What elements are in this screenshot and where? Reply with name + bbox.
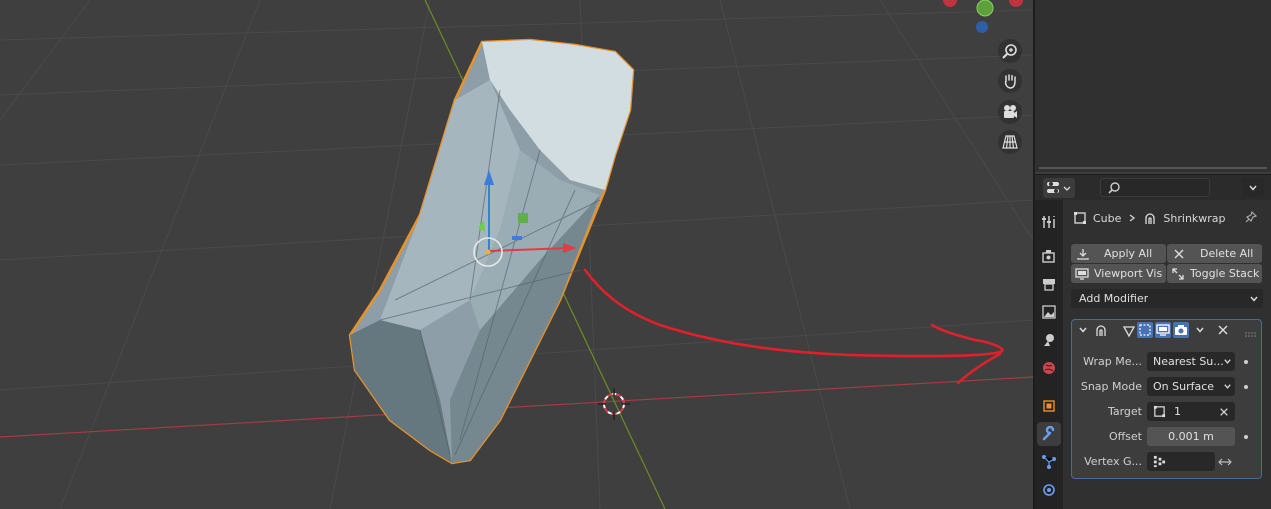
vertex-group-field[interactable] bbox=[1147, 452, 1215, 471]
axis-dot-x-icon[interactable] bbox=[943, 0, 957, 7]
breadcrumb: Cube Shrinkwrap bbox=[1073, 210, 1226, 226]
mesh-object-icon bbox=[1074, 212, 1086, 224]
modifier-options-chevron-icon[interactable] bbox=[1195, 325, 1205, 338]
realtime-display-icon[interactable] bbox=[1155, 322, 1171, 338]
axis-dot-z-icon[interactable] bbox=[976, 21, 988, 33]
properties-tab-bar bbox=[1035, 200, 1063, 509]
output-icon bbox=[1043, 279, 1055, 291]
delete-all-label: Delete All bbox=[1200, 247, 1254, 260]
camera-view-icon[interactable] bbox=[998, 100, 1022, 124]
tab-object[interactable] bbox=[1037, 394, 1061, 418]
viewport-vis-button[interactable]: Viewport Vis bbox=[1071, 264, 1166, 283]
toggle-stack-button[interactable]: Toggle Stack bbox=[1167, 264, 1262, 283]
mesh-object-icon bbox=[1153, 405, 1166, 418]
tab-particles[interactable] bbox=[1037, 450, 1061, 474]
remove-modifier-close-icon[interactable] bbox=[1217, 324, 1229, 339]
outliner-area[interactable] bbox=[1035, 0, 1271, 172]
drag-handle-icon[interactable] bbox=[1245, 328, 1257, 341]
zoom-icon[interactable] bbox=[998, 39, 1022, 63]
axis-dot-x-neg-icon[interactable] bbox=[1009, 0, 1023, 7]
tool-icon bbox=[1042, 216, 1055, 228]
properties-search-input[interactable] bbox=[1100, 178, 1210, 197]
on-cage-toggle-icon[interactable] bbox=[1137, 322, 1153, 338]
wrap-method-dropdown[interactable]: Nearest Su... bbox=[1147, 352, 1235, 371]
shrinkwrap-modifier-panel: Wrap Me... Nearest Su... Snap Mode On Su… bbox=[1071, 319, 1262, 479]
offset-label: Offset bbox=[1108, 430, 1142, 443]
animate-property-icon[interactable] bbox=[1244, 385, 1248, 389]
viewport-scene bbox=[0, 0, 1033, 509]
modifier-wrench-icon bbox=[1042, 426, 1055, 441]
3d-cursor bbox=[598, 388, 630, 420]
chevron-right-icon bbox=[1129, 214, 1136, 222]
editor-type-dropdown[interactable] bbox=[1043, 178, 1075, 198]
3d-viewport[interactable] bbox=[0, 0, 1033, 509]
snap-mode-label: Snap Mode bbox=[1080, 380, 1142, 393]
pan-hand-icon[interactable] bbox=[998, 69, 1022, 93]
offset-value: 0.001 m bbox=[1168, 430, 1214, 443]
tab-output[interactable] bbox=[1037, 272, 1061, 296]
chevron-down-icon bbox=[1249, 185, 1257, 191]
snap-mode-dropdown[interactable]: On Surface bbox=[1147, 377, 1235, 396]
object-icon bbox=[1043, 400, 1055, 412]
header-options-dropdown[interactable] bbox=[1242, 178, 1264, 197]
properties-header bbox=[1035, 174, 1271, 201]
tab-scene[interactable] bbox=[1037, 328, 1061, 352]
toggle-stack-label: Toggle Stack bbox=[1190, 267, 1260, 280]
animate-property-icon[interactable] bbox=[1244, 435, 1248, 439]
invert-arrows-icon bbox=[1218, 458, 1232, 465]
delete-all-button[interactable]: Delete All bbox=[1167, 244, 1262, 263]
tab-view-layer[interactable] bbox=[1037, 300, 1061, 324]
offset-number-field[interactable]: 0.001 m bbox=[1147, 427, 1235, 446]
chevron-down-icon bbox=[1224, 359, 1231, 364]
perspective-grid-icon[interactable] bbox=[998, 130, 1022, 154]
invert-vertex-group-button[interactable] bbox=[1215, 452, 1235, 471]
view-layer-icon bbox=[1042, 305, 1056, 319]
wrap-method-value: Nearest Su... bbox=[1153, 355, 1224, 368]
tab-render[interactable] bbox=[1037, 244, 1061, 268]
vertex-group-label: Vertex G... bbox=[1084, 455, 1142, 468]
render-camera-icon[interactable] bbox=[1173, 322, 1189, 338]
breadcrumb-modifier: Shrinkwrap bbox=[1163, 211, 1226, 225]
scene-icon bbox=[1044, 334, 1054, 346]
particles-icon bbox=[1042, 455, 1056, 469]
search-icon bbox=[1108, 181, 1120, 194]
world-icon bbox=[1043, 362, 1055, 374]
animate-property-icon[interactable] bbox=[1244, 360, 1248, 364]
render-icon bbox=[1042, 250, 1055, 263]
vertex-group-icon bbox=[1153, 455, 1166, 468]
close-icon bbox=[1174, 249, 1184, 258]
edit-mode-toggle-icon[interactable] bbox=[1122, 324, 1136, 341]
shrinkwrap-icon bbox=[1094, 323, 1108, 340]
breadcrumb-object: Cube bbox=[1093, 211, 1122, 225]
apply-all-button[interactable]: Apply All bbox=[1071, 244, 1166, 263]
tab-tool[interactable] bbox=[1037, 210, 1061, 234]
target-object-field[interactable]: 1 bbox=[1147, 402, 1235, 421]
add-modifier-label: Add Modifier bbox=[1079, 292, 1149, 305]
chevron-down-icon bbox=[1224, 384, 1231, 389]
download-apply-icon bbox=[1077, 248, 1089, 260]
shrinkwrap-icon bbox=[1145, 213, 1156, 224]
snap-mode-value: On Surface bbox=[1153, 380, 1215, 393]
expand-arrows-icon bbox=[1172, 267, 1184, 280]
add-modifier-dropdown[interactable]: Add Modifier bbox=[1071, 289, 1263, 308]
outliner-scrollbar[interactable] bbox=[1039, 167, 1267, 169]
apply-all-label: Apply All bbox=[1104, 247, 1153, 260]
properties-editor-icon bbox=[1047, 182, 1071, 193]
tab-modifiers[interactable] bbox=[1037, 422, 1061, 446]
target-label: Target bbox=[1107, 405, 1142, 418]
target-value: 1 bbox=[1174, 405, 1181, 418]
physics-icon bbox=[1043, 484, 1055, 496]
viewport-vis-label: Viewport Vis bbox=[1094, 267, 1163, 280]
tab-physics[interactable] bbox=[1037, 478, 1061, 502]
monitor-icon bbox=[1075, 267, 1089, 280]
pin-icon[interactable] bbox=[1244, 210, 1258, 227]
chevron-down-icon bbox=[1250, 296, 1258, 302]
clear-target-close-icon[interactable] bbox=[1219, 407, 1229, 417]
wrap-method-label: Wrap Me... bbox=[1083, 355, 1142, 368]
collapse-chevron-icon[interactable] bbox=[1078, 325, 1088, 338]
tab-world[interactable] bbox=[1037, 356, 1061, 380]
axis-dot-y-icon[interactable] bbox=[976, 0, 994, 17]
